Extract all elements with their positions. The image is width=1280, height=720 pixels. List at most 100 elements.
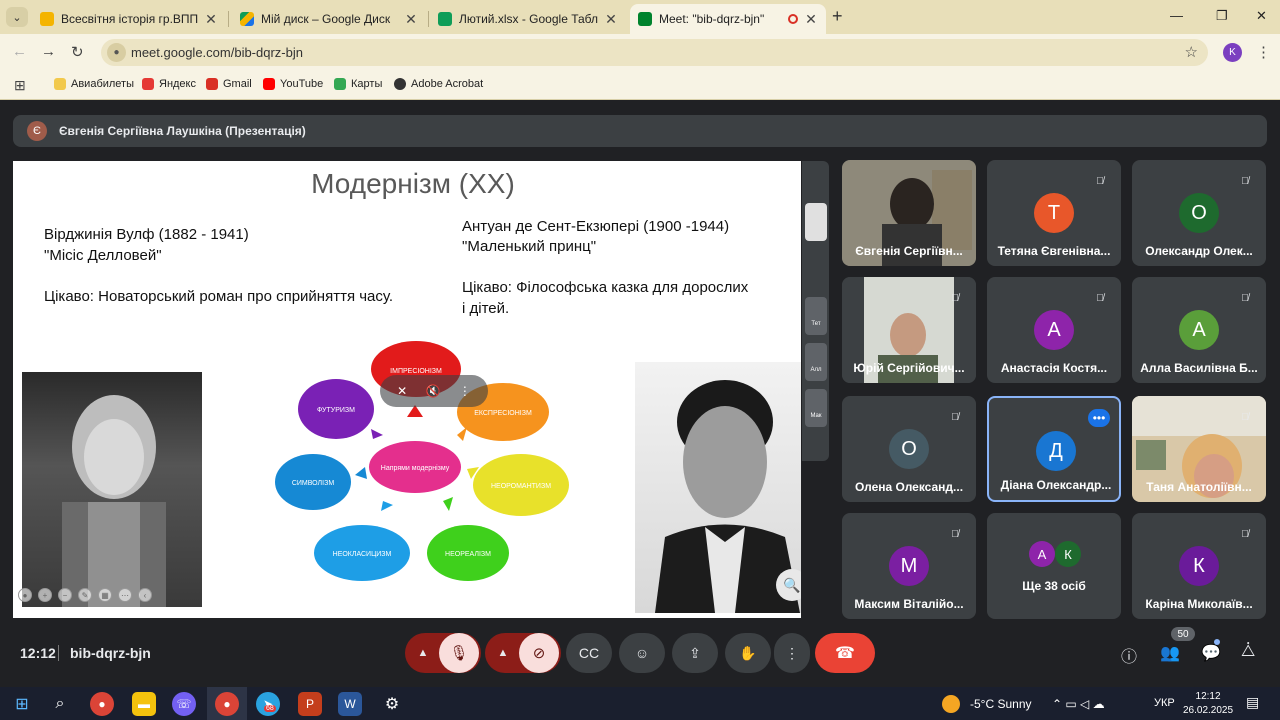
viber-icon[interactable]: ☏ [172,692,196,716]
close-icon[interactable]: ✕ [404,11,418,28]
meeting-time: 12:12 [20,645,56,661]
participant-tile[interactable]: 🎙̸ Таня Анатоліївн... [1132,396,1266,502]
pen-icon[interactable]: ✎ [78,588,92,602]
reload-button[interactable]: ↻ [71,43,84,61]
settings-icon[interactable]: ⚙ [380,692,404,716]
system-clock[interactable]: 12:12 26.02.2025 [1183,690,1233,718]
tab-drive[interactable]: Мій диск – Google Диск ✕ [232,4,426,34]
more-options-button[interactable]: ⋮ [774,633,810,673]
avatar: К [1179,546,1219,586]
telegram-icon[interactable]: ➤ [256,692,280,716]
apps-grid-icon[interactable]: ⊞ [14,77,26,94]
tray-icons[interactable]: ⌃ ▭ ◁ ☁ [1052,697,1105,711]
participant-tile[interactable]: А К Ще 38 осіб [987,513,1121,619]
camera-off-button[interactable]: ⊘ [519,633,559,673]
presenter-mini-strip[interactable]: Тет Алл Мак [802,161,829,461]
more-options-icon[interactable]: ⋮ [459,384,471,398]
participant-tile[interactable]: М 🎙̸ Максим Віталійо... [842,513,976,619]
maximize-button[interactable]: ❐ [1216,8,1228,24]
windows-start-icon[interactable]: ⊞ [10,692,34,716]
profile-avatar[interactable]: K [1223,43,1242,62]
participant-tile[interactable]: О 🎙̸ Олександр Олек... [1132,160,1266,266]
browser-tab-bar: ⌄ Всесвітня історія гр.ВПП 23-3 ✕ Мій ди… [0,0,1280,34]
close-window-button[interactable]: ✕ [1256,8,1267,24]
bookmark-adobe-acrobat[interactable]: Adobe Acrobat [394,78,483,90]
tab-meet[interactable]: Meet: "bib-dqrz-bjn" ✕ [630,4,826,34]
url-text[interactable]: meet.google.com/bib-dqrz-bjn [131,45,303,60]
participant-tile[interactable]: О 🎙̸ Олена Олександ... [842,396,976,502]
strip-tile: Тет [805,297,827,335]
bookmark-aviabilety[interactable]: Авиабилеты [54,78,134,90]
leave-call-button[interactable]: ☎ [815,633,875,673]
mic-options-arrow[interactable]: ▲ [407,647,439,659]
address-bar[interactable]: ● meet.google.com/bib-dqrz-bjn ☆ [101,39,1208,66]
participant-tile[interactable]: А 🎙̸ Анастасія Костя... [987,277,1121,383]
participant-tile[interactable]: К 🎙̸ Каріна Миколаїв... [1132,513,1266,619]
minimize-button[interactable]: — [1170,8,1183,23]
search-icon[interactable]: ⌕ [48,692,72,716]
avatar: А [1029,541,1055,567]
close-icon[interactable]: ✕ [604,11,618,28]
chrome-profile-icon[interactable]: ● [215,692,239,716]
participant-tile[interactable]: Євгенія Сергіївн... [842,160,976,266]
powerpoint-icon[interactable]: P [298,692,322,716]
back-button[interactable]: ← [12,43,27,60]
clock-time: 12:12 [1195,691,1221,702]
raise-hand-button[interactable]: ✋ [725,633,771,673]
participant-name: Алла Василівна Б... [1140,361,1258,375]
chrome-icon[interactable]: ● [90,692,114,716]
pointer-icon[interactable]: ● [18,588,32,602]
presentation-slide[interactable]: Модернізм (XX) Вірджинія Вулф (1882 - 19… [13,161,801,618]
participant-tile[interactable]: Д ••• Діана Олександр... [987,396,1121,502]
more-icon[interactable]: ••• [1088,409,1110,427]
bookmark-youtube[interactable]: YouTube [263,78,323,90]
zoom-in-icon[interactable]: + [38,588,52,602]
bookmark-yandex[interactable]: Яндекс [142,78,196,90]
camera-control: ▲ ⊘ [485,633,561,673]
file-explorer-icon[interactable]: ▬ [132,692,156,716]
weather-text[interactable]: -5°C Sunny [970,697,1032,711]
participant-name: Анастасія Костя... [1000,361,1108,375]
recording-icon [788,14,798,24]
close-icon[interactable]: ✕ [204,11,218,28]
zoom-icon[interactable]: 🔍 [776,569,801,601]
speaker-off-icon[interactable]: 🔇 [426,384,441,398]
browser-menu-icon[interactable]: ⋮ [1256,43,1271,61]
avatar: О [889,429,929,469]
mic-off-icon[interactable]: ✕ [397,384,407,398]
bookmark-star-icon[interactable]: ☆ [1185,43,1198,61]
tab-classroom[interactable]: Всесвітня історія гр.ВПП 23-3 ✕ [32,4,226,34]
bookmark-gmail[interactable]: Gmail [206,78,252,90]
chat-icon[interactable]: 💬 [1201,643,1221,663]
site-info-icon[interactable]: ● [107,43,126,62]
zoom-out-icon[interactable]: − [58,588,72,602]
language-indicator[interactable]: УКР [1154,697,1175,709]
tab-search-button[interactable]: ⌄ [6,7,28,27]
activities-icon[interactable]: ⧊ [1241,643,1255,661]
emoji-button[interactable]: ☺ [619,633,665,673]
bookmark-maps[interactable]: Карты [334,78,382,90]
people-icon[interactable]: 👥 [1160,643,1180,663]
mic-off-button[interactable]: 🎙 [439,633,479,673]
info-icon[interactable]: ⓘ [1121,643,1137,667]
options-icon[interactable]: ⋯ [118,588,132,602]
participant-tile[interactable]: А 🎙̸ Алла Василівна Б... [1132,277,1266,383]
avatar: Д [1036,431,1076,471]
tab-sheets[interactable]: Лютий.xlsx - Google Таблиці ✕ [430,4,626,34]
forward-button[interactable]: → [41,43,56,60]
grid-icon[interactable]: ▦ [98,588,112,602]
back-icon[interactable]: ‹ [138,588,152,602]
center-label: Напрями модернізму [381,464,450,472]
present-button[interactable]: ⇪ [672,633,718,673]
word-icon[interactable]: W [338,692,362,716]
participant-tile[interactable]: 🎙̸ Юрій Сергійович... [842,277,976,383]
new-tab-button[interactable]: + [832,6,843,27]
camera-options-arrow[interactable]: ▲ [487,647,519,659]
captions-button[interactable]: CC [566,633,612,673]
exupery-photo [635,362,801,613]
yandex-icon [142,78,154,90]
notification-icon[interactable]: ▤ [1246,694,1259,711]
close-icon[interactable]: ✕ [804,11,818,28]
participant-tile[interactable]: Т 🎙̸ Тетяна Євгенівна... [987,160,1121,266]
slide-title: Модернізм (XX) [311,168,515,199]
